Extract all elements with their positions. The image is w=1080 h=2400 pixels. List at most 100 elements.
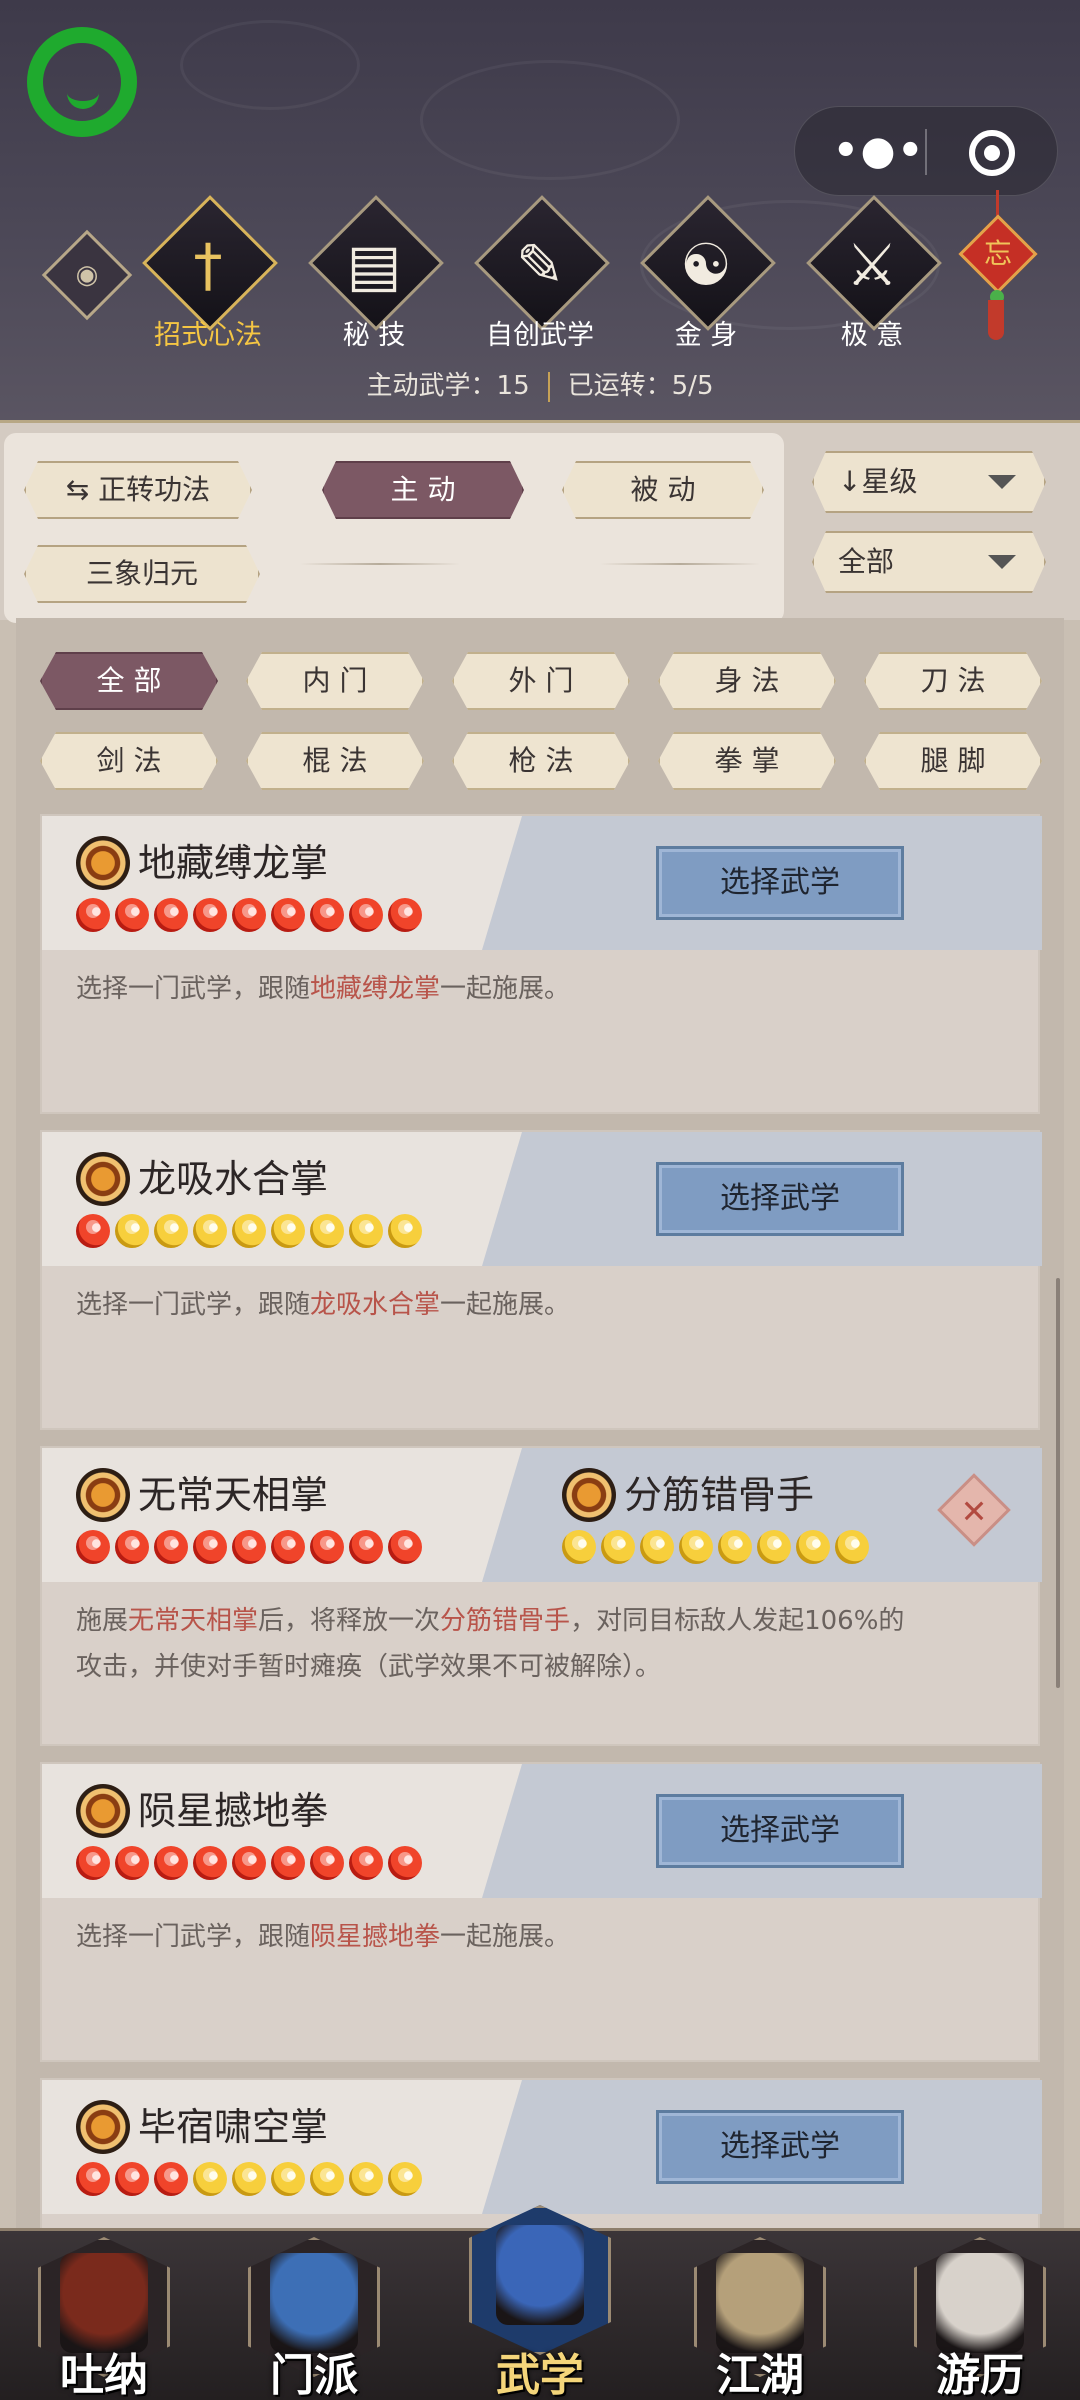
desc-line: 攻击，并使对手暂时瘫痪（武学效果不可被解除）。 <box>76 1652 662 1682</box>
desc-text: 一起施展。 <box>440 974 571 1004</box>
red-orb-icon <box>154 1846 188 1880</box>
skill-name: 毕宿啸空掌 <box>138 2105 329 2149</box>
rotate-method-label: 正转功法 <box>98 473 211 506</box>
gold-orb-icon <box>562 1530 596 1564</box>
rotate-method-button[interactable]: ⇆ 正转功法 <box>24 461 252 519</box>
category-tuijiao[interactable]: 腿 脚 <box>864 732 1042 790</box>
skill-card: 陨星撼地拳 选择武学 选择一门武学，跟随陨星撼地拳一起施展。 <box>40 1762 1042 2062</box>
nav-tab-miji[interactable]: ▤ 秘 技 <box>304 195 444 355</box>
red-orb-icon <box>154 2162 188 2196</box>
red-orb-icon <box>76 898 110 932</box>
chevron-down-icon <box>988 555 1016 569</box>
tab-wuxue[interactable]: 武学 <box>460 2205 620 2400</box>
manual-book-icon <box>496 2225 584 2325</box>
red-orb-icon <box>310 898 344 932</box>
knot-charm-icon[interactable]: 忘 <box>954 190 1044 350</box>
skill-medal-icon <box>76 1152 130 1206</box>
star-orbs <box>76 2162 422 2196</box>
partner-star-orbs <box>562 1530 869 1564</box>
gold-orb-icon <box>193 1214 227 1248</box>
close-icon: ✕ <box>960 1492 988 1531</box>
gold-orb-icon <box>718 1530 752 1564</box>
sanxiang-button[interactable]: 三象归元 <box>24 545 260 603</box>
running-count: 5/5 <box>671 371 714 401</box>
header: •●• ◉ † 招式心法 ▤ 秘 技 ✎ 自创武学 ☯ 金 身 ⚔ 极 意 忘 … <box>0 0 1080 420</box>
gold-orb-icon <box>310 2162 344 2196</box>
skill-medal-icon <box>76 836 130 890</box>
desc-text: 选择一门武学，跟随 <box>76 1290 311 1320</box>
decorative-line <box>300 563 460 565</box>
tab-label: 门派 <box>270 2350 358 2400</box>
category-all[interactable]: 全 部 <box>40 652 218 710</box>
fighter-stance-icon: ⚔ <box>846 231 898 299</box>
category-waimen[interactable]: 外 门 <box>452 652 630 710</box>
select-skill-button[interactable]: 选择武学 <box>656 1162 904 1236</box>
scroll-icon: ✎ <box>515 231 565 299</box>
close-target-icon[interactable] <box>969 130 1015 176</box>
sword-icon: † <box>193 231 223 299</box>
nav-tab-zichuang[interactable]: ✎ 自创武学 <box>470 195 610 355</box>
tab-jianghu[interactable]: 江湖 <box>680 2231 840 2400</box>
white-horse-icon <box>936 2253 1024 2353</box>
tab-passive[interactable]: 被 动 <box>562 461 764 519</box>
select-skill-button[interactable]: 选择武学 <box>656 2110 904 2184</box>
red-orb-icon <box>115 1846 149 1880</box>
type-dropdown[interactable]: 全部 <box>812 531 1046 593</box>
nav-tab-label: 自创武学 <box>486 320 594 351</box>
chat-app-icon[interactable] <box>27 27 137 137</box>
red-orb-icon <box>310 1846 344 1880</box>
red-orb-icon <box>193 898 227 932</box>
gold-orb-icon <box>154 1214 188 1248</box>
skill-list-area: 全 部 内 门 外 门 身 法 刀 法 剑 法 棍 法 枪 法 拳 掌 腿 脚 … <box>16 618 1064 2228</box>
eye-icon[interactable]: ◉ <box>41 229 133 321</box>
skill-card: 地藏缚龙掌 选择武学 选择一门武学，跟随地藏缚龙掌一起施展。 <box>40 814 1042 1114</box>
desc-highlight: 陨星撼地拳 <box>310 1922 441 1952</box>
nav-tab-label: 金 身 <box>674 320 738 351</box>
red-orb-icon <box>193 1846 227 1880</box>
red-orb-icon <box>76 2162 110 2196</box>
skill-description: 选择一门武学，跟随陨星撼地拳一起施展。 <box>76 1914 1026 1960</box>
nav-tab-jiyi[interactable]: ⚔ 极 意 <box>802 195 942 355</box>
sort-dropdown[interactable]: ↓星级 <box>812 451 1046 513</box>
select-skill-button[interactable]: 选择武学 <box>656 1794 904 1868</box>
bottom-tabbar: 吐纳 门派 武学 江湖 游历 <box>0 2205 1080 2400</box>
tab-menpai[interactable]: 门派 <box>234 2231 394 2400</box>
desc-text: 选择一门武学，跟随 <box>76 1922 311 1952</box>
category-jianfa[interactable]: 剑 法 <box>40 732 218 790</box>
category-gunfa[interactable]: 棍 法 <box>246 732 424 790</box>
category-daofa[interactable]: 刀 法 <box>864 652 1042 710</box>
nav-tab-label: 招式心法 <box>154 320 262 351</box>
book-icon: ▤ <box>346 231 402 299</box>
red-orb-icon <box>271 898 305 932</box>
category-neimen[interactable]: 内 门 <box>246 652 424 710</box>
cloud-decoration <box>180 20 360 110</box>
category-shenfa[interactable]: 身 法 <box>658 652 836 710</box>
nav-tab-zhaoshi[interactable]: † 招式心法 <box>138 195 278 355</box>
desc-text: 一起施展。 <box>440 1922 571 1952</box>
desc-text: 一起施展。 <box>440 1290 571 1320</box>
gold-orb-icon <box>349 2162 383 2196</box>
tab-label: 武学 <box>496 2350 584 2400</box>
scrollbar[interactable] <box>1056 1278 1060 1688</box>
red-orb-icon <box>76 1214 110 1248</box>
tab-label: 游历 <box>936 2350 1024 2400</box>
tab-active[interactable]: 主 动 <box>322 461 524 519</box>
red-orb-icon <box>115 1530 149 1564</box>
desc-line: 施展无常天相掌后，将释放一次分筋错骨手，对同目标敌人发起106%的 <box>76 1598 1026 1644</box>
nav-tab-label: 秘 技 <box>342 320 406 351</box>
decorative-line <box>600 563 760 565</box>
select-skill-button[interactable]: 选择武学 <box>656 846 904 920</box>
skill-medal-icon <box>76 1468 130 1522</box>
category-qiangfa[interactable]: 枪 法 <box>452 732 630 790</box>
tab-tuna[interactable]: 吐纳 <box>24 2231 184 2400</box>
tab-youli[interactable]: 游历 <box>900 2231 1060 2400</box>
nav-tab-label: 极 意 <box>840 320 904 351</box>
gold-orb-icon <box>271 2162 305 2196</box>
running-label: 已运转： <box>567 371 672 401</box>
partner-skill-name: 分筋错骨手 <box>624 1473 815 1517</box>
more-icon[interactable]: •●• <box>833 131 923 171</box>
category-quanzhang[interactable]: 拳 掌 <box>658 732 836 790</box>
star-orbs <box>76 1530 422 1564</box>
nav-tab-jinshen[interactable]: ☯ 金 身 <box>636 195 776 355</box>
red-orb-icon <box>115 898 149 932</box>
